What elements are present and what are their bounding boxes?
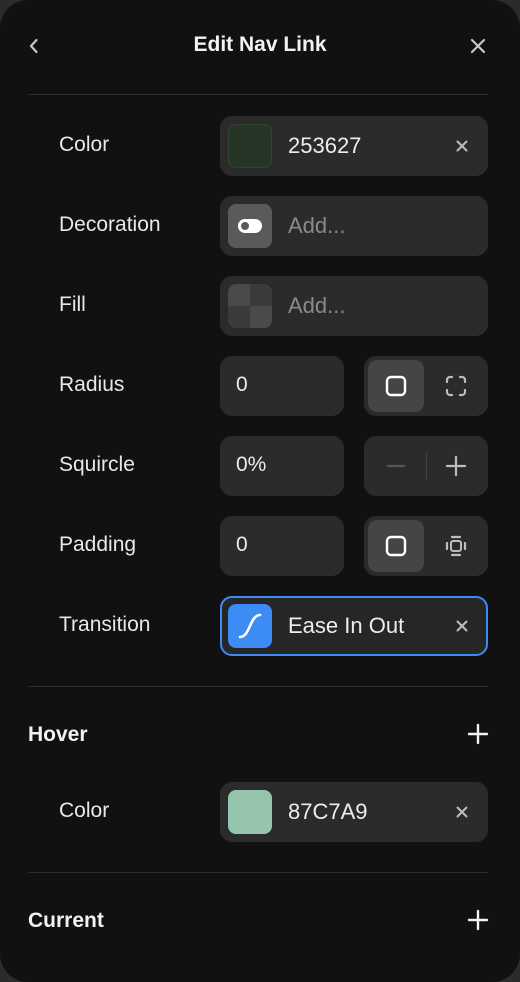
checkerboard-icon [228, 284, 272, 328]
color-field[interactable]: 253627 [220, 116, 488, 176]
add-hover-button[interactable] [466, 722, 490, 746]
plus-icon [467, 909, 489, 931]
hover-color-row: Color 87C7A9 [0, 782, 520, 842]
clear-transition-button[interactable] [454, 618, 470, 634]
radius-value: 0 [236, 373, 248, 396]
squircle-row: Squircle 0% [0, 436, 520, 496]
squircle-stepper [364, 436, 488, 496]
radius-individual-button[interactable] [428, 360, 484, 412]
edit-nav-link-panel: Edit Nav Link Color 253627 Decoration Ad… [0, 0, 520, 982]
padding-value: 0 [236, 533, 248, 556]
padding-row: Padding 0 [0, 516, 520, 576]
transition-label: Transition [59, 613, 151, 636]
hover-color-swatch[interactable] [228, 790, 272, 834]
color-value: 253627 [288, 133, 362, 158]
header-divider [28, 94, 488, 95]
fill-field[interactable]: Add... [220, 276, 488, 336]
squircle-value: 0% [236, 453, 267, 476]
close-button[interactable] [466, 34, 490, 58]
fill-placeholder: Add... [288, 293, 346, 318]
plus-icon [467, 723, 489, 745]
section-divider [28, 872, 488, 873]
clear-color-button[interactable] [454, 138, 470, 154]
padding-individual-button[interactable] [428, 520, 484, 572]
hover-color-field[interactable]: 87C7A9 [220, 782, 488, 842]
decrement-button[interactable] [368, 440, 424, 492]
radius-label: Radius [59, 373, 125, 396]
color-label: Color [59, 133, 110, 156]
plus-icon [445, 455, 467, 477]
radius-input[interactable]: 0 [220, 356, 344, 416]
radius-mode-toggle [364, 356, 488, 416]
padding-mode-toggle [364, 516, 488, 576]
section-divider [28, 686, 488, 687]
padding-uniform-button[interactable] [368, 520, 424, 572]
transition-value: Ease In Out [288, 613, 405, 638]
close-icon [456, 806, 468, 818]
minus-icon [386, 464, 406, 468]
decoration-placeholder: Add... [288, 213, 346, 238]
square-icon [385, 375, 407, 397]
hover-color-value: 87C7A9 [288, 799, 368, 824]
decoration-row: Decoration Add... [0, 196, 520, 256]
ease-curve-icon [228, 604, 272, 648]
radius-row: Radius 0 [0, 356, 520, 416]
color-row: Color 253627 [0, 116, 520, 176]
square-icon [385, 535, 407, 557]
squircle-input[interactable]: 0% [220, 436, 344, 496]
panel-header: Edit Nav Link [0, 0, 520, 94]
transition-field[interactable]: Ease In Out [220, 596, 488, 656]
radius-uniform-button[interactable] [368, 360, 424, 412]
padding-sides-icon [445, 535, 467, 557]
padding-label: Padding [59, 533, 137, 556]
color-swatch[interactable] [228, 124, 272, 168]
current-section-title: Current [28, 909, 104, 932]
padding-input[interactable]: 0 [220, 516, 344, 576]
page-title: Edit Nav Link [193, 33, 327, 56]
transition-row: Transition Ease In Out [0, 596, 520, 656]
close-icon [470, 38, 486, 54]
stepper-divider [426, 453, 427, 479]
fill-label: Fill [59, 293, 86, 316]
decoration-label: Decoration [59, 213, 161, 236]
squircle-label: Squircle [59, 453, 135, 476]
clear-hover-color-button[interactable] [454, 804, 470, 820]
hover-color-label: Color [59, 799, 110, 822]
corners-icon [445, 375, 467, 397]
close-icon [456, 140, 468, 152]
add-current-button[interactable] [466, 908, 490, 932]
fill-row: Fill Add... [0, 276, 520, 336]
increment-button[interactable] [428, 440, 484, 492]
close-icon [456, 620, 468, 632]
toggle-icon [228, 204, 272, 248]
hover-section-title: Hover [28, 723, 88, 746]
decoration-field[interactable]: Add... [220, 196, 488, 256]
